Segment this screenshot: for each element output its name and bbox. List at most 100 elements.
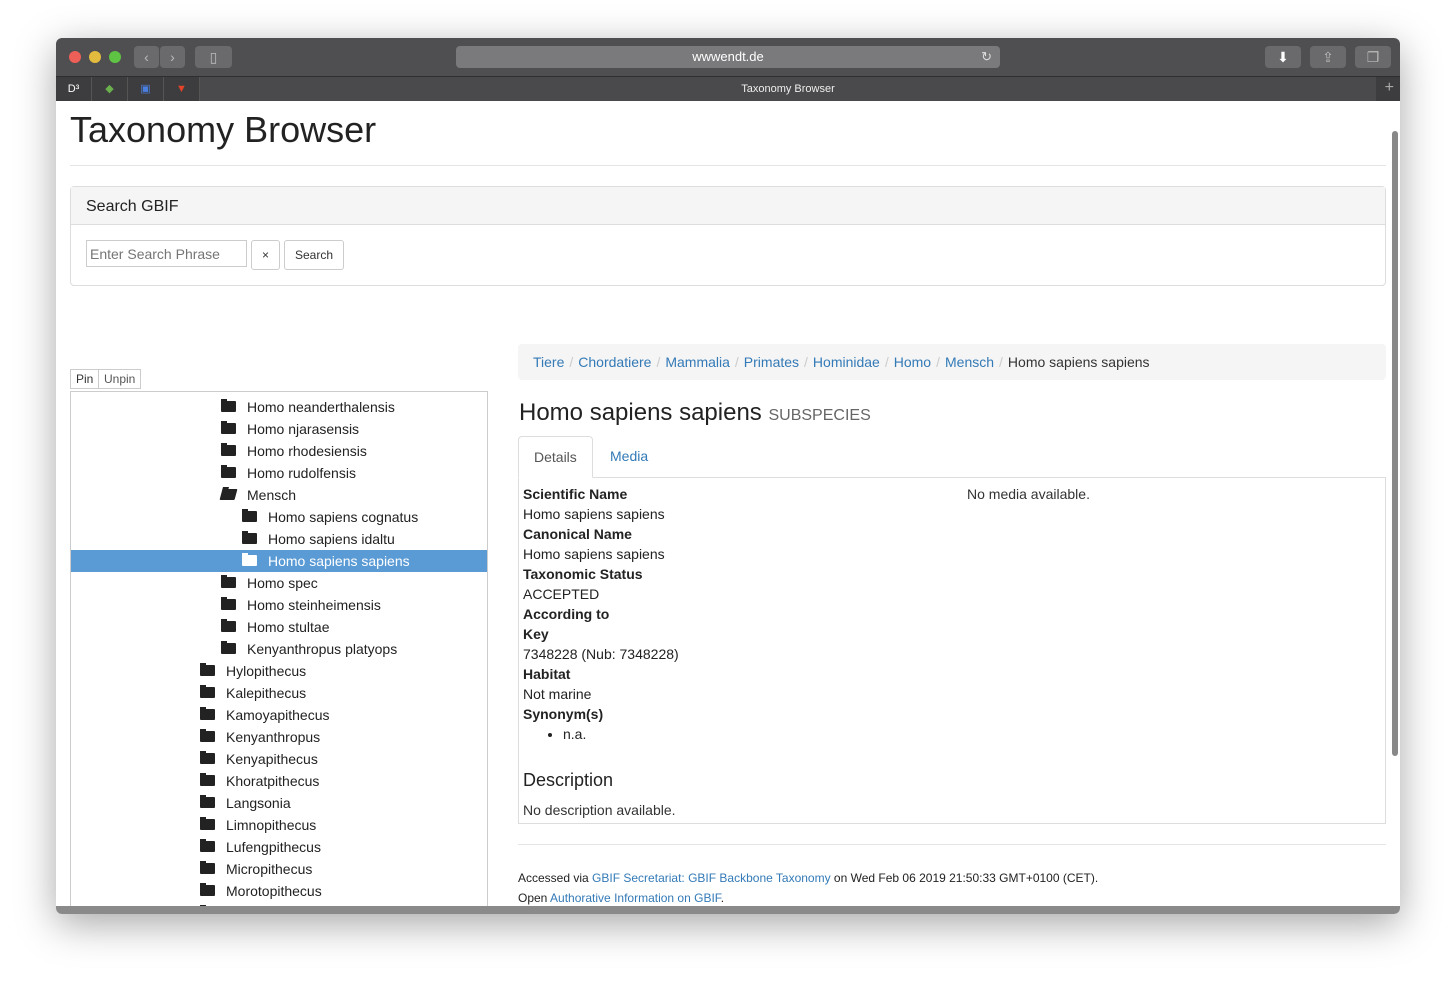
field-value: Homo sapiens sapiens [523, 546, 665, 562]
tree-node[interactable]: Kenyanthropus [71, 726, 487, 748]
tree-node[interactable]: Limnopithecus [71, 814, 487, 836]
breadcrumb-link[interactable]: Homo [894, 354, 931, 370]
tree-node-label: Lufengpithecus [226, 839, 321, 855]
tree-node[interactable]: Homo rhodesiensis [71, 440, 487, 462]
footer-text: Open [518, 891, 551, 905]
page-title: Taxonomy Browser [70, 109, 377, 150]
breadcrumb: Tiere / Chordatiere / Mammalia / Primates / Homi… [518, 344, 1386, 380]
tree-node[interactable]: Micropithecus [71, 858, 487, 880]
tree-node-label: Mensch [247, 487, 297, 503]
reload-icon[interactable]: ↻ [981, 46, 992, 68]
tree-node[interactable]: Lufengpithecus [71, 836, 487, 858]
pinned-tab-calendar-icon[interactable]: ▣ [128, 77, 164, 101]
tab-details[interactable]: Details [518, 436, 593, 478]
active-tab[interactable]: Taxonomy Browser [200, 77, 1376, 101]
back-button[interactable]: ‹ [134, 46, 159, 68]
tabs-overview-icon[interactable]: ❐ [1355, 46, 1391, 68]
taxonomy-tree[interactable]: Homo neanderthalensis Homo njarasensis Hom… [70, 391, 488, 914]
horizontal-scrollbar[interactable] [56, 906, 1400, 914]
field-value: Not marine [523, 686, 592, 702]
folder-icon [221, 619, 236, 632]
tree-node[interactable]: Morotopithecus [71, 880, 487, 902]
divider [518, 844, 1386, 845]
search-input[interactable] [86, 240, 247, 267]
footer: Accessed via GBIF Secretariat: GBIF Back… [518, 868, 1098, 908]
pinned-tab-d3-icon[interactable]: D³ [56, 77, 92, 101]
folder-icon [200, 751, 215, 764]
tree-node[interactable]: Kenyapithecus [71, 748, 487, 770]
tree-node-label: Kenyanthropus platyops [247, 641, 398, 657]
share-icon[interactable]: ⇪ [1310, 46, 1346, 68]
folder-icon [221, 575, 236, 588]
clear-search-button[interactable]: × [251, 240, 280, 270]
tree-node[interactable]: Homo rudolfensis [71, 462, 487, 484]
field-value: Homo sapiens sapiens [523, 506, 665, 522]
tree-node[interactable]: Homo neanderthalensis [71, 396, 487, 418]
folder-icon [200, 773, 215, 786]
breadcrumb-link[interactable]: Chordatiere [578, 354, 651, 370]
tree-node[interactable]: Hylopithecus [71, 660, 487, 682]
forward-button[interactable]: › [160, 46, 185, 68]
pinned-tab-gitlab-icon[interactable]: ▼ [164, 77, 200, 101]
new-tab-icon[interactable]: + [1385, 79, 1394, 97]
folder-icon [200, 663, 215, 676]
tree-node-label: Kenyapithecus [226, 751, 318, 767]
gbif-link[interactable]: Authorative Information on GBIF [550, 891, 721, 905]
tree-node[interactable]: Homo sapiens cognatus [71, 506, 487, 528]
folder-icon [221, 641, 236, 654]
tree-node-label: Hylopithecus [226, 663, 307, 679]
tree-node[interactable]: Homo spec [71, 572, 487, 594]
tree-node[interactable]: Homo sapiens idaltu [71, 528, 487, 550]
close-window-button[interactable] [69, 51, 81, 63]
tree-node[interactable]: Homo njarasensis [71, 418, 487, 440]
breadcrumb-separator: / [804, 354, 808, 370]
folder-icon [200, 817, 215, 830]
taxon-heading: Homo sapiens sapiens SUBSPECIES [519, 399, 871, 427]
folder-icon [200, 685, 215, 698]
tree-node[interactable]: Kamoyapithecus [71, 704, 487, 726]
vertical-scrollbar[interactable] [1392, 131, 1398, 756]
tree-node-label: Homo njarasensis [247, 421, 360, 437]
tree-node[interactable]: Mensch [71, 484, 487, 506]
detail-tabs: Details Media [518, 436, 1386, 478]
source-link[interactable]: GBIF Secretariat: GBIF Backbone Taxonomy [592, 871, 831, 885]
pinned-tab-feedly-icon[interactable]: ◆ [92, 77, 128, 101]
synonym-list: n.a. [523, 724, 679, 744]
folder-icon [242, 553, 257, 566]
breadcrumb-current: Homo sapiens sapiens [1007, 354, 1150, 370]
pin-button[interactable]: Pin [70, 369, 100, 389]
tab-media[interactable]: Media [595, 436, 663, 478]
breadcrumb-link[interactable]: Mammalia [665, 354, 730, 370]
search-panel: Search GBIF × Search [70, 186, 1386, 286]
tree-node-label: Homo steinheimensis [247, 597, 381, 613]
tree-node-label: Kalepithecus [226, 685, 307, 701]
tree-node[interactable]: Homo sapiens sapiens [71, 550, 487, 572]
address-bar[interactable]: wwwendt.de ↻ [456, 46, 1000, 68]
title-bar: ‹ › ▯ wwwendt.de ↻ ⬇ ⇪ ❐ [56, 38, 1400, 76]
field-label: Synonym(s) [523, 706, 604, 722]
description-heading: Description [523, 770, 614, 790]
tree-node[interactable]: Khoratpithecus [71, 770, 487, 792]
zoom-window-button[interactable] [109, 51, 121, 63]
downloads-icon[interactable]: ⬇ [1265, 46, 1301, 68]
minimize-window-button[interactable] [89, 51, 101, 63]
detail-fields: Scientific Name Homo sapiens sapiens Canon… [523, 484, 679, 744]
tree-node[interactable]: Homo stultae [71, 616, 487, 638]
breadcrumb-link[interactable]: Hominidae [813, 354, 880, 370]
field-label: Scientific Name [523, 486, 628, 502]
unpin-button[interactable]: Unpin [98, 369, 142, 389]
tree-node[interactable]: Kenyanthropus platyops [71, 638, 487, 660]
tree-node-label: Homo stultae [247, 619, 330, 635]
breadcrumb-link[interactable]: Primates [744, 354, 799, 370]
breadcrumb-link[interactable]: Tiere [533, 354, 564, 370]
breadcrumb-link[interactable]: Mensch [945, 354, 994, 370]
field-label: According to [523, 606, 610, 622]
tree-node-label: Homo sapiens idaltu [268, 531, 395, 547]
folder-icon [221, 597, 236, 610]
search-button[interactable]: Search [284, 240, 344, 270]
sidebar-toggle-icon[interactable]: ▯ [195, 46, 232, 68]
footer-text: on Wed Feb 06 2019 21:50:33 GMT+0100 (CE… [830, 871, 1099, 885]
tree-node[interactable]: Langsonia [71, 792, 487, 814]
tree-node[interactable]: Homo steinheimensis [71, 594, 487, 616]
tree-node[interactable]: Kalepithecus [71, 682, 487, 704]
